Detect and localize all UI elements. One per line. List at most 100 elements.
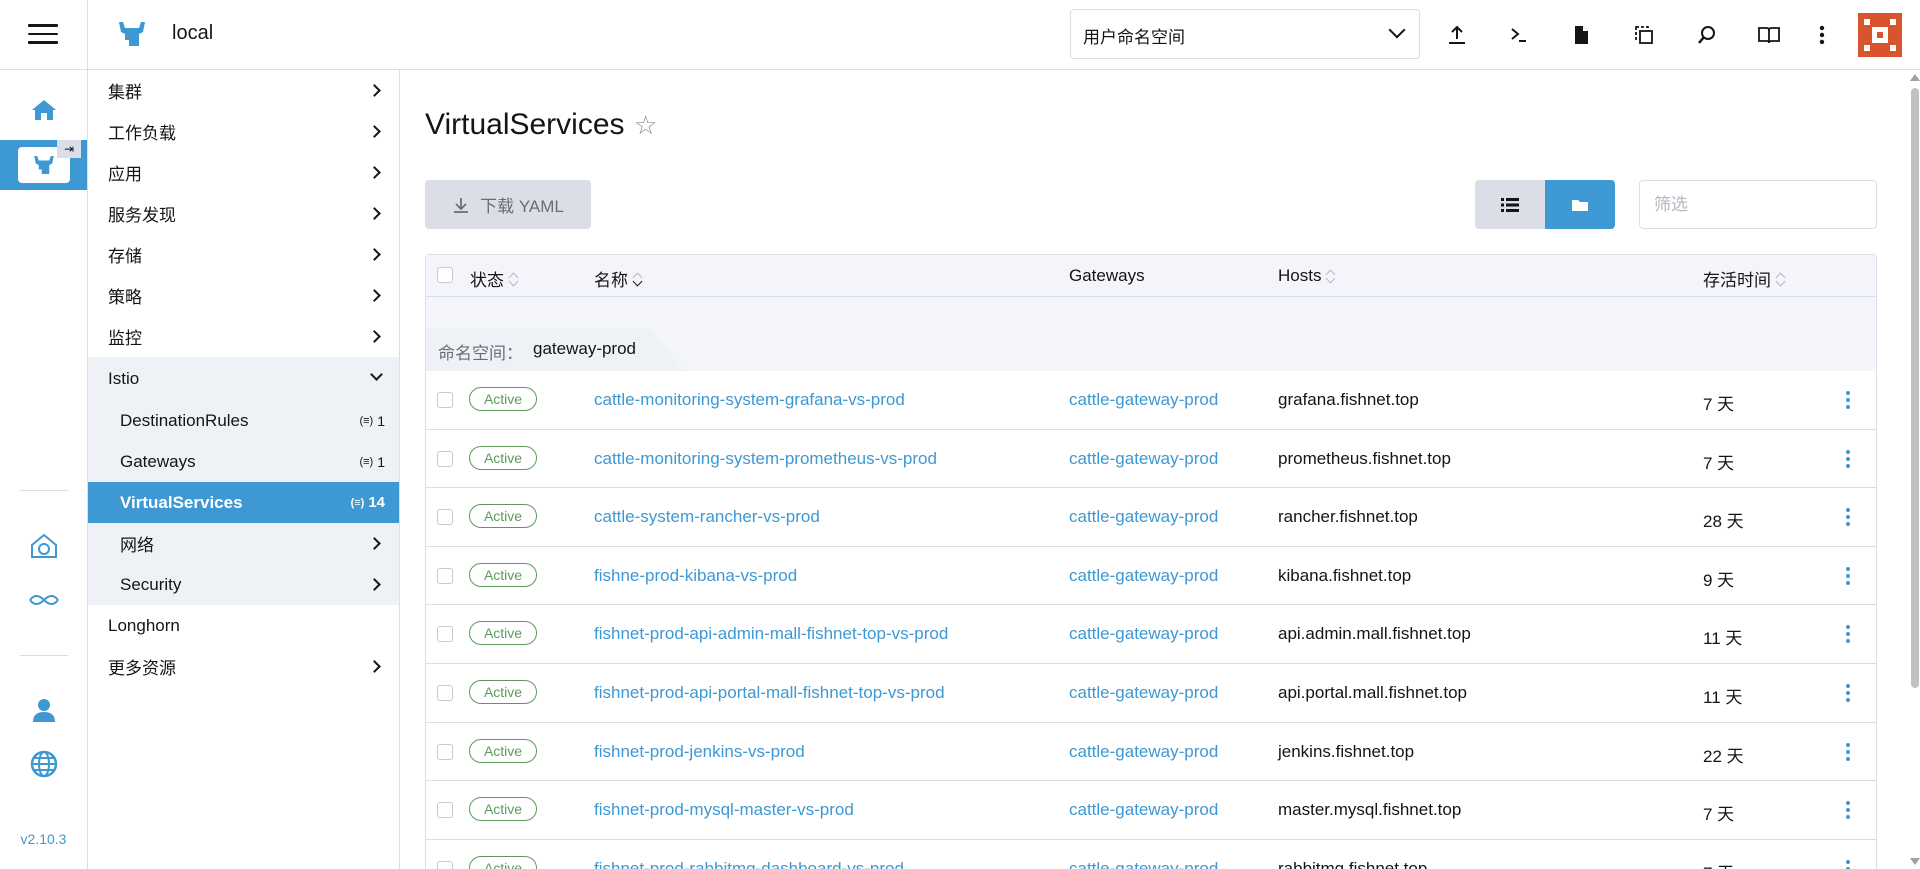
nav-item-virtualservices[interactable]: VirtualServices (≡) 14: [88, 482, 399, 523]
row-checkbox[interactable]: [437, 802, 453, 819]
row-actions-icon[interactable]: [1846, 566, 1850, 588]
scrollbar-thumb[interactable]: [1911, 88, 1919, 688]
gateway-link[interactable]: cattle-gateway-prod: [1069, 859, 1218, 869]
file-icon[interactable]: [1565, 19, 1597, 51]
resource-name-link[interactable]: fishnet-prod-api-portal-mall-fishnet-top…: [594, 683, 945, 703]
search-icon[interactable]: [1691, 19, 1723, 51]
gateway-link[interactable]: cattle-gateway-prod: [1069, 683, 1218, 703]
row-checkbox[interactable]: [437, 392, 453, 408]
row-actions-icon[interactable]: [1846, 742, 1850, 764]
user-avatar[interactable]: [1858, 13, 1902, 57]
globe-icon[interactable]: [0, 739, 87, 789]
row-checkbox[interactable]: [437, 684, 453, 701]
user-icon[interactable]: [0, 685, 87, 735]
nav-item-destinationrules[interactable]: DestinationRules (≡) 1: [88, 400, 399, 441]
scrollbar[interactable]: [1907, 70, 1920, 869]
top-header: local 用户命名空间: [0, 0, 1920, 70]
nav-item-storage[interactable]: 存储: [88, 234, 399, 275]
resource-name-link[interactable]: fishnet-prod-mysql-master-vs-prod: [594, 800, 854, 820]
rail-divider: [20, 490, 68, 491]
gateway-link[interactable]: cattle-gateway-prod: [1069, 449, 1218, 469]
resource-name-link[interactable]: fishnet-prod-rabbitmq-dashboard-vs-prod: [594, 859, 904, 869]
page-title: VirtualServices: [425, 108, 625, 141]
gateway-link[interactable]: cattle-gateway-prod: [1069, 507, 1218, 527]
download-icon: [454, 197, 469, 213]
nav-group-istio: Istio DestinationRules (≡) 1 Gateways (≡) 1 …: [88, 357, 399, 605]
row-actions-icon[interactable]: [1846, 801, 1850, 822]
nav-item-more-resources[interactable]: 更多资源: [88, 646, 399, 687]
column-status[interactable]: 状态: [470, 266, 518, 291]
gateway-link[interactable]: cattle-gateway-prod: [1069, 390, 1218, 410]
table-row: Active cattle-system-rancher-vs-prod cat…: [426, 488, 1876, 547]
chevron-down-icon: [1388, 21, 1406, 39]
resource-name-link[interactable]: fishnet-prod-jenkins-vs-prod: [594, 742, 805, 762]
nav-item-label: 策略: [108, 288, 142, 307]
nav-item-istio[interactable]: Istio: [88, 357, 399, 400]
row-checkbox[interactable]: [437, 626, 453, 643]
row-actions-icon[interactable]: [1846, 859, 1850, 869]
cluster-local-item[interactable]: ⇥: [0, 140, 87, 190]
column-name[interactable]: 名称: [594, 266, 642, 291]
namespaced-icon: (≡): [350, 496, 365, 509]
more-vertical-icon[interactable]: [1806, 19, 1838, 51]
nav-item-gateways[interactable]: Gateways (≡) 1: [88, 441, 399, 482]
host-value: jenkins.fishnet.top: [1278, 741, 1415, 761]
row-checkbox[interactable]: [437, 743, 453, 760]
copy-icon[interactable]: [1628, 19, 1660, 51]
gateway-link[interactable]: cattle-gateway-prod: [1069, 624, 1218, 644]
upload-icon[interactable]: [1441, 19, 1473, 51]
pin-icon[interactable]: ⇥: [57, 140, 81, 158]
nav-item-apps[interactable]: 应用: [88, 152, 399, 193]
gateway-link[interactable]: cattle-gateway-prod: [1069, 566, 1218, 586]
nav-item-cluster[interactable]: 集群: [88, 70, 399, 111]
row-checkbox[interactable]: [437, 860, 453, 869]
nav-item-workload[interactable]: 工作负载: [88, 111, 399, 152]
nav-item-network[interactable]: 网络: [88, 523, 399, 564]
resource-name-link[interactable]: cattle-monitoring-system-grafana-vs-prod: [594, 390, 905, 410]
row-checkbox[interactable]: [437, 509, 453, 526]
fleet-icon[interactable]: [0, 575, 87, 625]
resource-name-link[interactable]: cattle-system-rancher-vs-prod: [594, 507, 820, 527]
flat-list-button[interactable]: [1475, 180, 1545, 229]
group-by-namespace-button[interactable]: [1545, 180, 1615, 229]
namespace-select[interactable]: 用户命名空间: [1070, 9, 1420, 59]
row-checkbox[interactable]: [437, 450, 453, 467]
gateway-link[interactable]: cattle-gateway-prod: [1069, 742, 1218, 762]
gateway-link[interactable]: cattle-gateway-prod: [1069, 800, 1218, 820]
terminal-icon[interactable]: [1503, 19, 1535, 51]
row-checkbox[interactable]: [437, 567, 453, 584]
row-actions-icon[interactable]: [1846, 508, 1850, 529]
view-toggle: [1475, 180, 1615, 229]
book-icon[interactable]: [1753, 19, 1785, 51]
row-actions-icon[interactable]: [1846, 449, 1850, 471]
row-actions-icon[interactable]: [1846, 625, 1850, 646]
scroll-down-icon[interactable]: [1910, 858, 1920, 865]
nav-item-monitoring[interactable]: 监控: [88, 316, 399, 357]
nav-item-service-discovery[interactable]: 服务发现: [88, 193, 399, 234]
table-row: Active cattle-monitoring-system-promethe…: [426, 430, 1876, 489]
sort-icon: [1775, 271, 1785, 287]
scroll-up-icon[interactable]: [1910, 74, 1920, 81]
nav-item-label: 工作负载: [108, 124, 176, 143]
select-all-checkbox[interactable]: [437, 267, 453, 283]
apps-marketplace-icon[interactable]: [0, 520, 87, 570]
group-tab-edge: [649, 328, 685, 371]
nav-item-policy[interactable]: 策略: [88, 275, 399, 316]
row-actions-icon[interactable]: [1846, 683, 1850, 705]
star-icon[interactable]: ☆: [634, 110, 657, 141]
row-actions-icon[interactable]: [1846, 391, 1850, 412]
resource-name-link[interactable]: fishne-prod-kibana-vs-prod: [594, 566, 797, 586]
nav-item-security[interactable]: Security: [88, 564, 399, 605]
column-hosts[interactable]: Hosts: [1278, 266, 1335, 286]
filter-input[interactable]: [1639, 180, 1877, 229]
column-age[interactable]: 存活时间: [1703, 266, 1785, 291]
resource-name-link[interactable]: cattle-monitoring-system-prometheus-vs-p…: [594, 449, 937, 469]
menu-icon[interactable]: [28, 24, 58, 46]
nav-item-longhorn[interactable]: Longhorn: [88, 605, 399, 646]
cluster-logo-icon[interactable]: [115, 18, 149, 50]
group-label: 命名空间： gateway-prod: [438, 339, 636, 364]
download-yaml-button[interactable]: 下载 YAML: [425, 180, 591, 229]
resource-name-link[interactable]: fishnet-prod-api-admin-mall-fishnet-top-…: [594, 624, 948, 644]
home-icon[interactable]: [0, 85, 87, 135]
table-row: Active fishne-prod-kibana-vs-prod cattle…: [426, 547, 1876, 606]
